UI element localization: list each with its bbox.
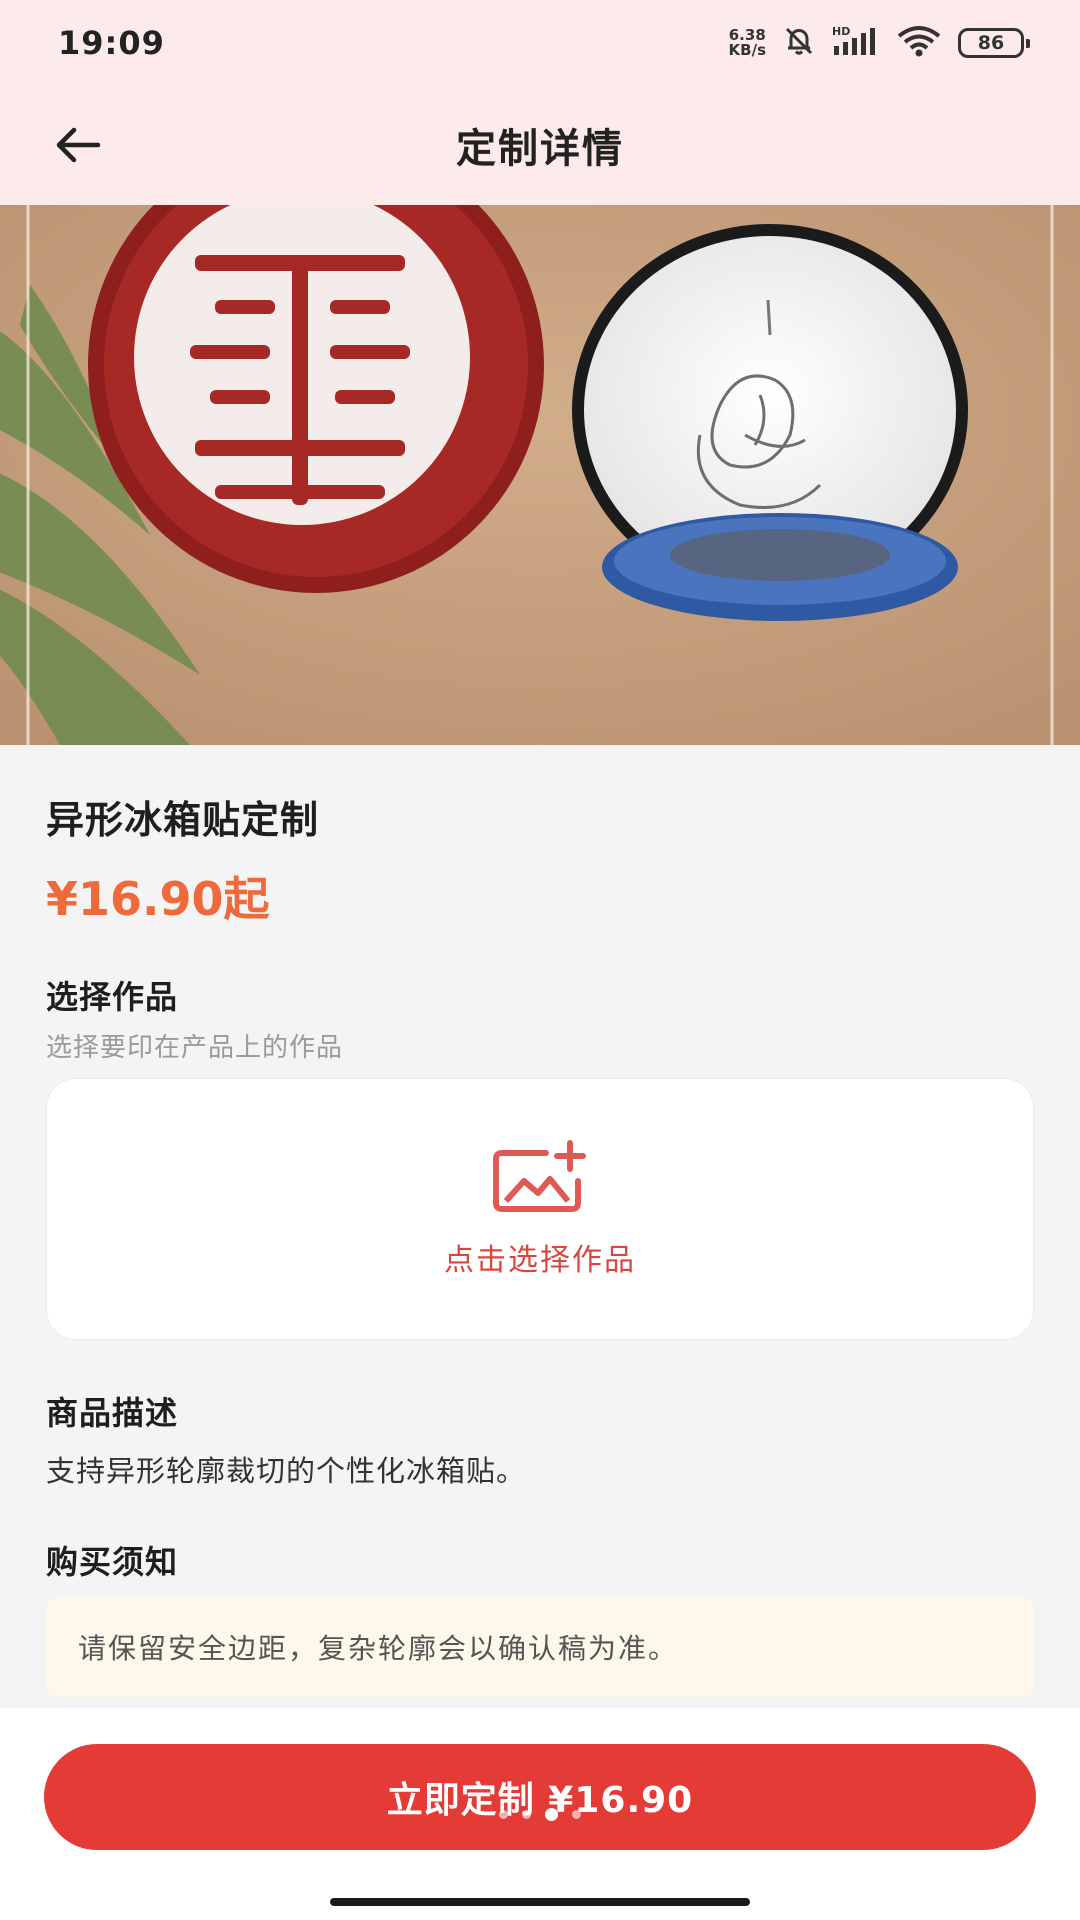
- network-type-label: HD: [832, 25, 850, 38]
- description-text: 支持异形轮廓裁切的个性化冰箱贴。: [46, 1454, 527, 1488]
- battery-level: 86: [977, 31, 1005, 54]
- bell-muted-icon: [782, 24, 816, 62]
- carousel-dot[interactable]: [499, 1810, 508, 1819]
- carousel-dot[interactable]: [545, 1808, 558, 1821]
- section-description-title: 商品描述: [46, 1394, 179, 1432]
- select-work-label: 点击选择作品: [444, 1243, 636, 1278]
- status-time: 19:09: [58, 23, 165, 62]
- carousel-pager: [0, 1808, 1080, 1821]
- network-speed: 6.38 KB/s: [728, 27, 766, 59]
- wifi-icon: [896, 24, 942, 62]
- customize-now-button[interactable]: 立即定制 ¥16.90: [44, 1744, 1036, 1850]
- home-indicator[interactable]: [330, 1898, 750, 1906]
- image-add-icon: [493, 1140, 586, 1212]
- status-bar: 19:09 6.38 KB/s HD 86: [0, 0, 1080, 85]
- notice-text: 请保留安全边距，复杂轮廓会以确认稿为准。: [78, 1632, 679, 1665]
- signal-icon: HD: [832, 24, 880, 62]
- section-select-work-title: 选择作品: [46, 978, 179, 1016]
- status-icons: 6.38 KB/s HD 86: [728, 24, 1030, 62]
- notice-box: 请保留安全边距，复杂轮廓会以确认稿为准。: [46, 1597, 1034, 1697]
- nav-bar: 定制详情: [0, 85, 1080, 205]
- product-image-carousel[interactable]: [0, 205, 1080, 745]
- product-price: ¥16.90起: [46, 872, 270, 926]
- arrow-left-icon: [56, 127, 101, 163]
- carousel-dot[interactable]: [522, 1810, 531, 1819]
- product-title: 异形冰箱贴定制: [46, 798, 320, 842]
- select-work-button[interactable]: 点击选择作品: [46, 1078, 1034, 1340]
- product-image: [0, 205, 1080, 745]
- battery-icon: 86: [958, 27, 1030, 58]
- page-title: 定制详情: [456, 126, 624, 172]
- section-select-work-subtitle: 选择要印在产品上的作品: [46, 1033, 344, 1063]
- section-notice-title: 购买须知: [46, 1543, 179, 1581]
- back-button[interactable]: [48, 115, 108, 175]
- network-speed-unit: KB/s: [728, 40, 766, 59]
- carousel-dot[interactable]: [572, 1810, 581, 1819]
